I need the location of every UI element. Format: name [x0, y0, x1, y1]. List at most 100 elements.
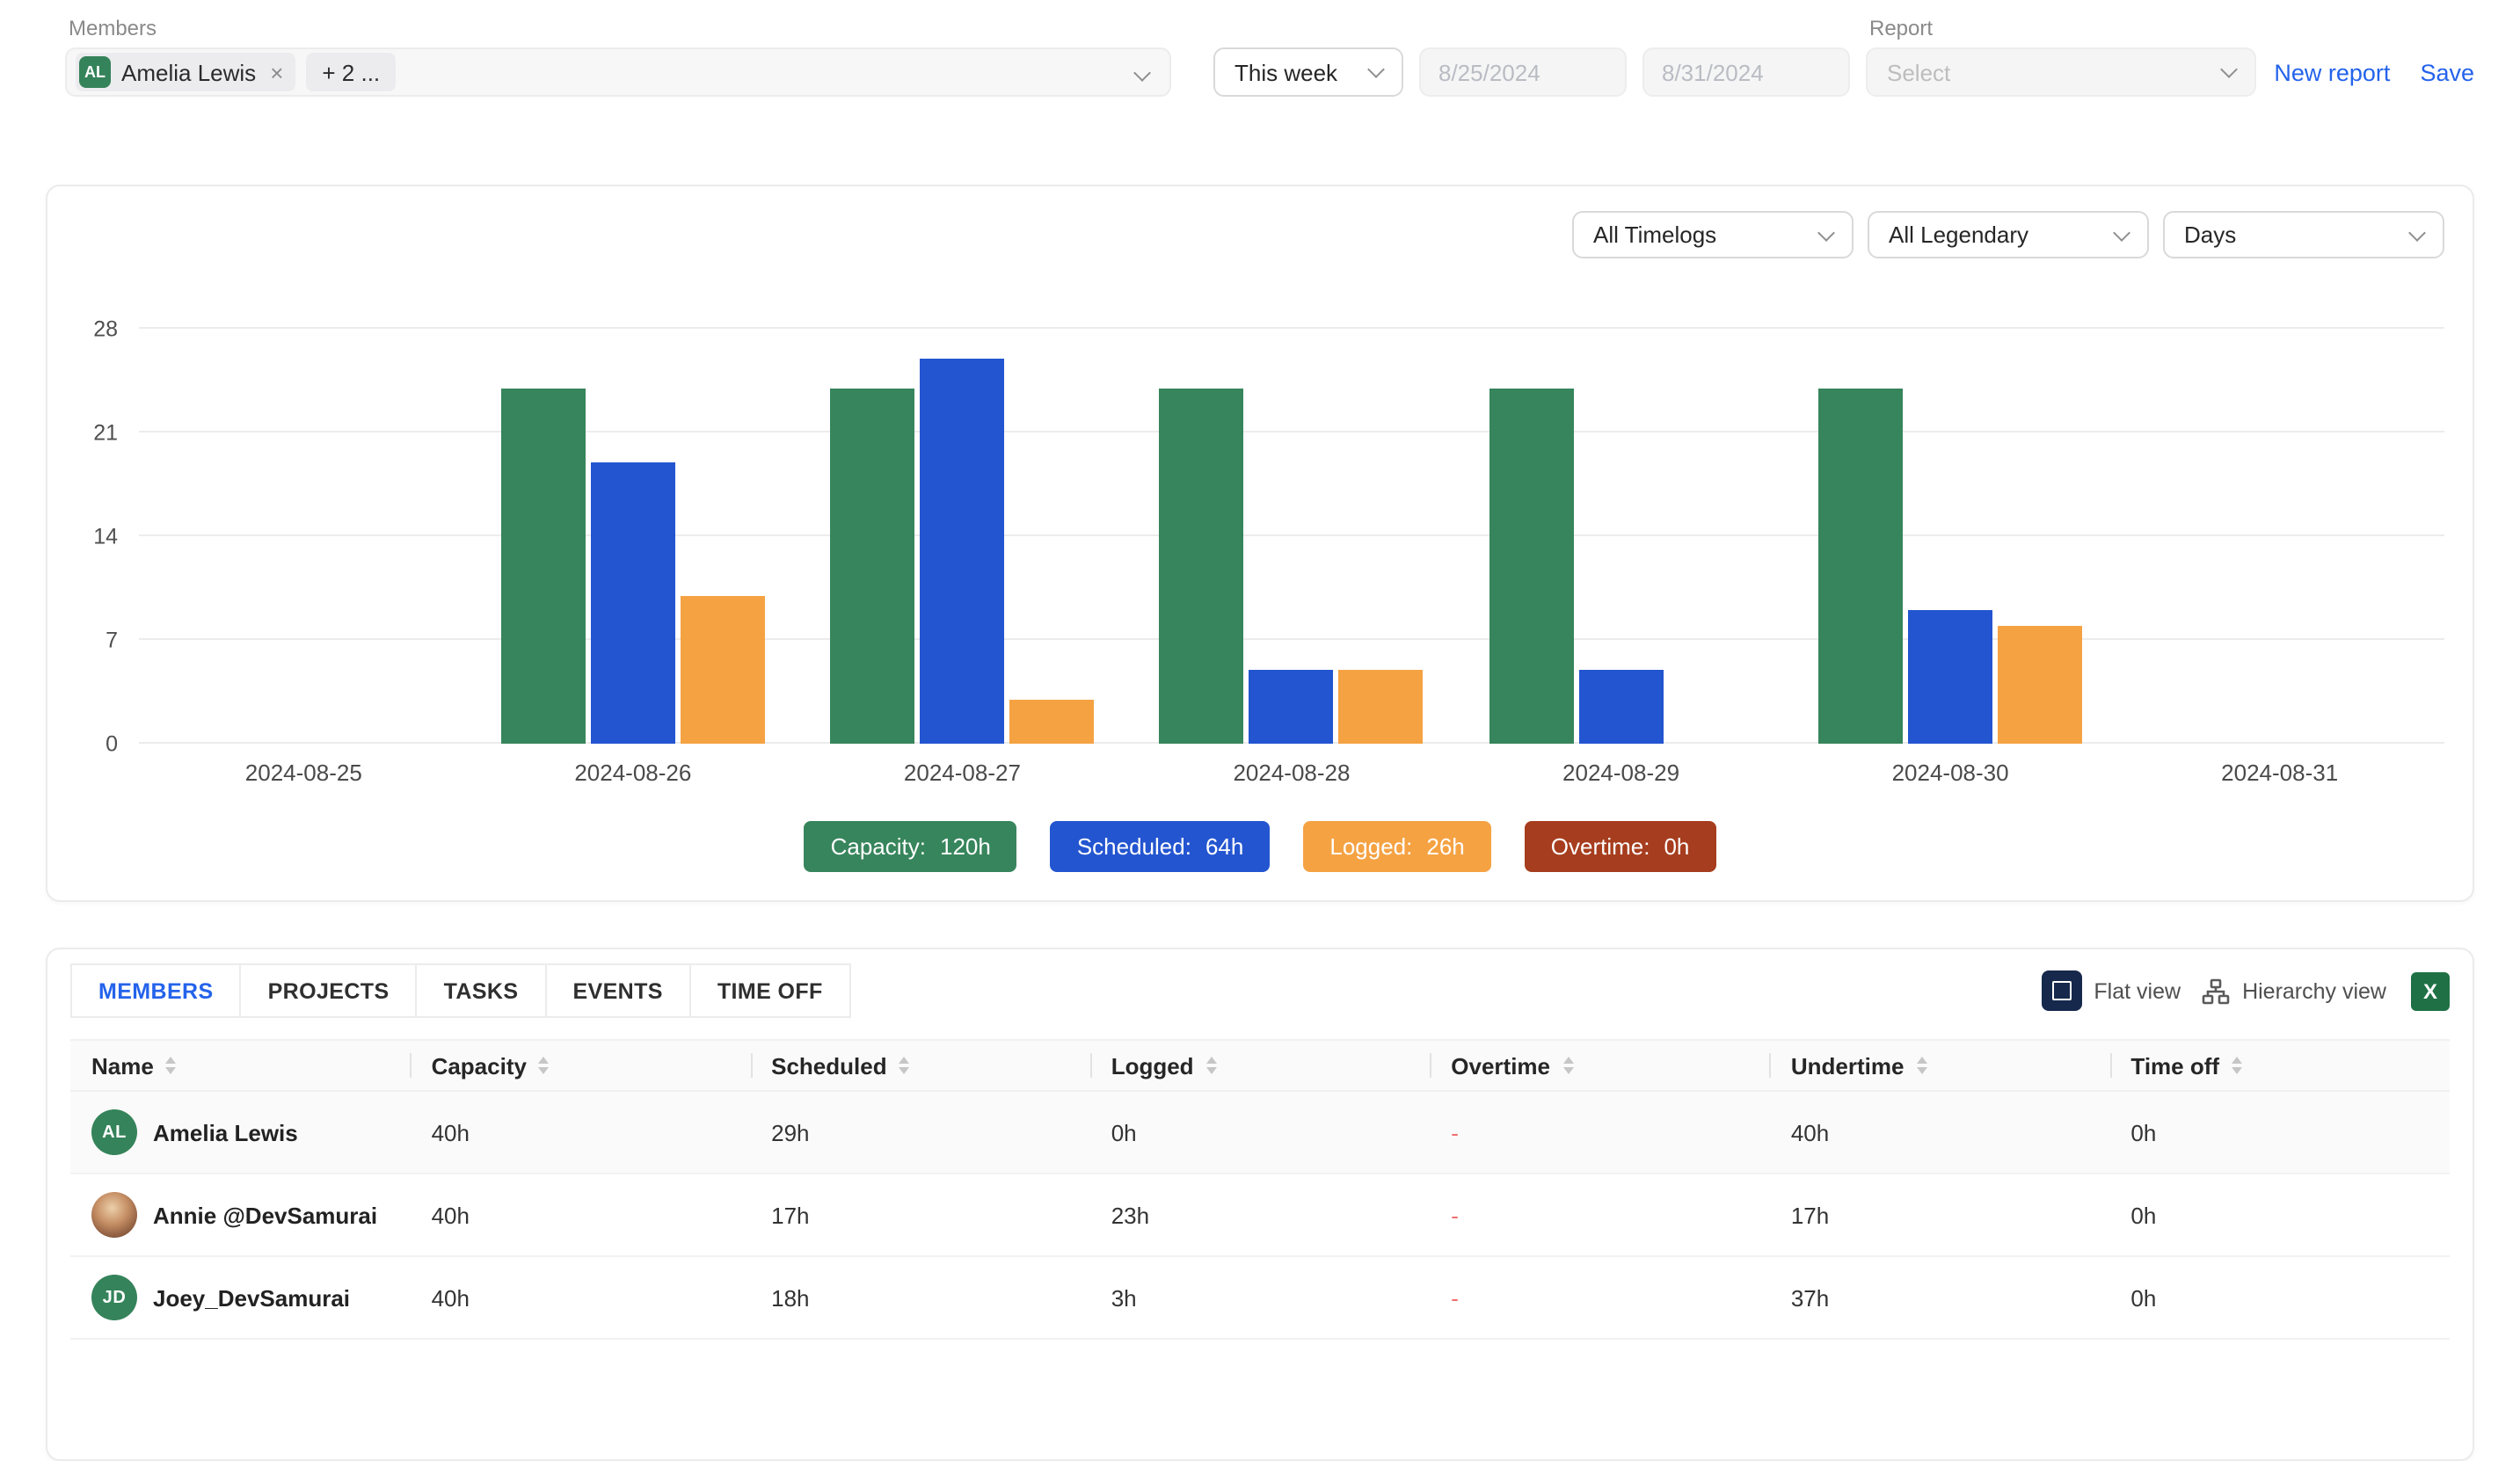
sort-up-caret — [899, 1057, 910, 1064]
sort-down-caret — [899, 1067, 910, 1074]
column-label: Undertime — [1791, 1052, 1905, 1079]
legend-label: Capacity: — [831, 833, 926, 860]
period-select-value: This week — [1235, 59, 1337, 85]
members-select[interactable]: AL Amelia Lewis × + 2 ... — [65, 47, 1171, 97]
timelogs-filter-select[interactable]: All Timelogs — [1572, 211, 1854, 258]
cell-overtime: - — [1430, 1174, 1770, 1255]
sort-icon[interactable] — [166, 1057, 177, 1074]
sort-up-caret — [1916, 1057, 1926, 1064]
legend-value: 120h — [940, 833, 991, 860]
tabs: MEMBERSPROJECTSTASKSEVENTSTIME OFF — [70, 963, 851, 1018]
cell-overtime: - — [1430, 1092, 1770, 1173]
bar-capacity-2024-08-27 — [830, 388, 914, 744]
column-label: Logged — [1111, 1052, 1194, 1079]
more-members-chip[interactable]: + 2 ... — [306, 53, 396, 91]
cell-logged: 23h — [1090, 1174, 1431, 1255]
cell-logged: 3h — [1090, 1257, 1431, 1338]
tab-tasks[interactable]: TASKS — [416, 963, 547, 1018]
column-header-overtime[interactable]: Overtime — [1430, 1041, 1770, 1090]
sort-icon[interactable] — [899, 1057, 910, 1074]
granularity-select[interactable]: Days — [2163, 211, 2444, 258]
flat-view-icon — [2041, 970, 2081, 1011]
sort-down-caret — [539, 1067, 550, 1074]
granularity-value: Days — [2184, 222, 2236, 248]
legendary-filter-select[interactable]: All Legendary — [1868, 211, 2149, 258]
sort-icon[interactable] — [1562, 1057, 1573, 1074]
bar-capacity-2024-08-28 — [1160, 388, 1244, 744]
period-select[interactable]: This week — [1213, 47, 1403, 97]
column-header-time-off[interactable]: Time off — [2109, 1041, 2450, 1090]
cell-undertime: 37h — [1770, 1257, 2110, 1338]
y-axis: 07142128 — [76, 329, 139, 744]
name-cell: JD Joey_DevSamurai — [70, 1257, 411, 1338]
chevron-down-icon — [1133, 64, 1151, 82]
column-header-undertime[interactable]: Undertime — [1770, 1041, 2110, 1090]
flat-view-button[interactable]: Flat view — [2041, 970, 2181, 1011]
sort-down-caret — [2232, 1067, 2242, 1074]
flat-view-label: Flat view — [2094, 978, 2181, 1003]
bar-logged-2024-08-26 — [681, 595, 765, 744]
bar-capacity-2024-08-29 — [1489, 388, 1574, 744]
legend-scheduled-button[interactable]: Scheduled:64h — [1051, 821, 1271, 872]
member-chip-avatar: AL — [79, 56, 111, 88]
y-axis-spacer — [76, 760, 139, 786]
end-date-input[interactable] — [1642, 47, 1850, 97]
y-axis-tick: 7 — [106, 629, 118, 651]
bar-scheduled-2024-08-30 — [1908, 610, 1992, 744]
bar-group-2024-08-28 — [1127, 329, 1457, 744]
chip-remove-icon[interactable]: × — [270, 61, 283, 84]
sort-up-caret — [1562, 1057, 1573, 1064]
bar-chart: 07142128 — [76, 329, 2444, 744]
sort-icon[interactable] — [2232, 1057, 2242, 1074]
bar-capacity-2024-08-26 — [501, 388, 586, 744]
cell-time-off: 0h — [2109, 1257, 2450, 1338]
avatar-initials: AL — [91, 1109, 137, 1155]
cell-capacity: 40h — [411, 1174, 751, 1255]
toolbar: Members AL Amelia Lewis × + 2 ... This w… — [46, 16, 2474, 97]
avatar-initials: JD — [91, 1275, 137, 1320]
legend-logged-button[interactable]: Logged:26h — [1303, 821, 1490, 872]
x-axis-label: 2024-08-25 — [139, 760, 469, 786]
tab-time-off[interactable]: TIME OFF — [689, 963, 851, 1018]
bar-group-2024-08-27 — [798, 329, 1127, 744]
bar-groups — [139, 329, 2444, 744]
tab-projects[interactable]: PROJECTS — [240, 963, 418, 1018]
member-chip-name: Amelia Lewis — [121, 59, 256, 85]
x-axis-label: 2024-08-27 — [798, 760, 1127, 786]
member-name: Joey_DevSamurai — [153, 1284, 350, 1311]
sort-down-caret — [1206, 1067, 1217, 1074]
tab-members[interactable]: MEMBERS — [70, 963, 242, 1018]
column-header-name[interactable]: Name — [70, 1041, 411, 1090]
avatar-photo — [91, 1192, 137, 1238]
y-axis-tick: 21 — [93, 422, 118, 444]
report-group: Report Select — [1866, 16, 2256, 97]
start-date-input[interactable] — [1419, 47, 1627, 97]
table-card: MEMBERSPROJECTSTASKSEVENTSTIME OFF Flat … — [46, 948, 2474, 1461]
sort-icon[interactable] — [1916, 1057, 1926, 1074]
name-cell: AL Amelia Lewis — [70, 1092, 411, 1173]
hierarchy-view-label: Hierarchy view — [2242, 978, 2386, 1003]
column-header-logged[interactable]: Logged — [1090, 1041, 1431, 1090]
bar-group-2024-08-26 — [469, 329, 798, 744]
tab-events[interactable]: EVENTS — [544, 963, 690, 1018]
members-filter-group: Members AL Amelia Lewis × + 2 ... — [65, 16, 1171, 97]
sort-icon[interactable] — [1206, 1057, 1217, 1074]
save-button[interactable]: Save — [2420, 59, 2474, 85]
column-header-scheduled[interactable]: Scheduled — [750, 1041, 1090, 1090]
sort-up-caret — [1206, 1057, 1217, 1064]
sort-icon[interactable] — [539, 1057, 550, 1074]
members-table: NameCapacityScheduled Logged Overtime Under… — [70, 1039, 2450, 1340]
bar-scheduled-2024-08-27 — [920, 359, 1004, 744]
new-report-button[interactable]: New report — [2274, 59, 2390, 85]
report-select[interactable]: Select — [1866, 47, 2256, 97]
legend-capacity-button[interactable]: Capacity: 120h — [805, 821, 1017, 872]
x-axis-label: 2024-08-30 — [1786, 760, 2116, 786]
member-name: Amelia Lewis — [153, 1119, 298, 1145]
column-header-capacity[interactable]: Capacity — [411, 1041, 751, 1090]
name-cell: Annie @DevSamurai — [70, 1174, 411, 1255]
chart-card: All Timelogs All Legendary Days 07142128… — [46, 185, 2474, 902]
export-excel-icon[interactable]: X — [2411, 971, 2450, 1010]
bar-group-2024-08-30 — [1786, 329, 2116, 744]
hierarchy-view-button[interactable]: Hierarchy view — [2202, 977, 2386, 1005]
legend-overtime-button[interactable]: Overtime:0h — [1525, 821, 1716, 872]
